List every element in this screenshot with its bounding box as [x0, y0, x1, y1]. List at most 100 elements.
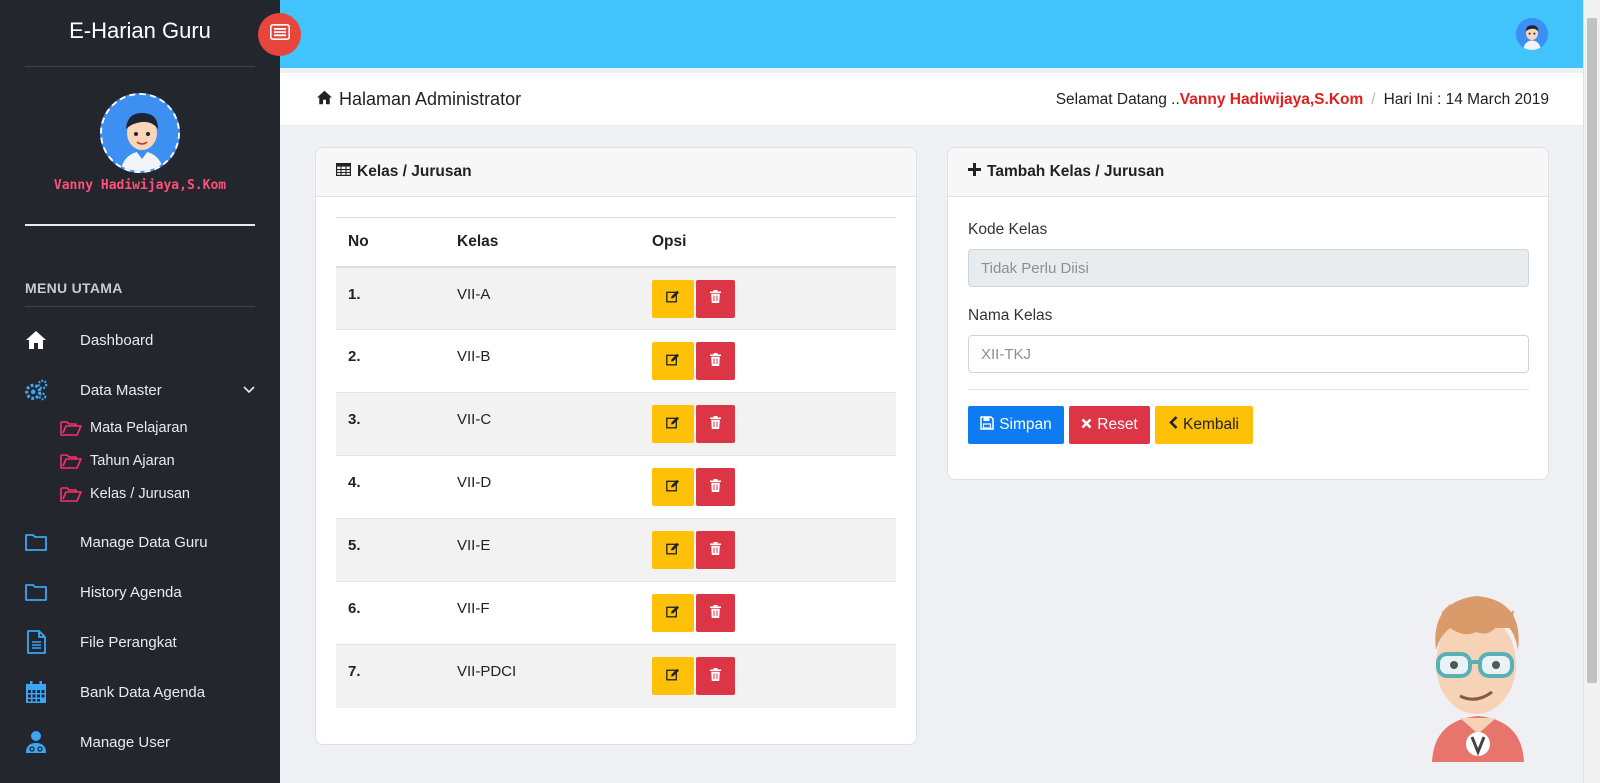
table-row: 4. VII-D	[336, 455, 896, 519]
sidebar-item-manage-data-guru[interactable]: Manage Data Guru	[0, 522, 280, 562]
column-header: No	[336, 217, 445, 268]
kelas-table: No Kelas Opsi 1. VII-A 2. VII-B 3. VII-C 4. VII…	[336, 217, 896, 708]
folder-icon	[24, 580, 48, 604]
back-label: Kembali	[1183, 416, 1239, 433]
chevron-down-icon	[243, 381, 255, 399]
delete-button[interactable]	[696, 468, 735, 506]
profile-name: Vanny Hadiwijaya,S.Kom	[53, 178, 227, 193]
save-button[interactable]: Simpan	[968, 406, 1064, 444]
avatar	[100, 93, 180, 173]
scrollbar-thumb[interactable]	[1587, 18, 1597, 683]
sidebar-item-label: History Agenda	[80, 583, 182, 601]
sidebar-item-label: Data Master	[80, 381, 162, 399]
delete-button[interactable]	[696, 279, 735, 318]
edit-icon	[666, 542, 680, 559]
sidebar-item-label: Dashboard	[80, 331, 154, 349]
nama-kelas-input[interactable]	[968, 335, 1529, 373]
row-actions	[640, 581, 896, 645]
trash-icon	[710, 290, 721, 307]
trash-icon	[710, 352, 721, 370]
edit-button[interactable]	[652, 531, 694, 569]
table-row: 1. VII-A	[336, 266, 896, 330]
column-header: Opsi	[640, 217, 896, 268]
home-icon	[316, 89, 333, 110]
row-number: 2.	[336, 329, 445, 393]
sidebar-item-dashboard[interactable]: Dashboard	[0, 320, 280, 360]
trash-icon	[710, 478, 721, 496]
topbar	[280, 0, 1583, 68]
gears-icon	[24, 378, 48, 402]
sidebar-item-bank-data-agenda[interactable]: Bank Data Agenda	[0, 672, 280, 712]
delete-button[interactable]	[696, 342, 735, 380]
edit-icon	[666, 416, 680, 433]
row-actions	[640, 455, 896, 519]
divider	[968, 389, 1529, 390]
edit-button[interactable]	[652, 279, 694, 318]
trash-icon	[710, 667, 721, 685]
table-row: 7. VII-PDCI	[336, 644, 896, 708]
divider	[25, 66, 255, 67]
delete-button[interactable]	[696, 405, 735, 443]
delete-button[interactable]	[696, 531, 735, 569]
sidebar-item-file-perangkat[interactable]: File Perangkat	[0, 622, 280, 662]
edit-button[interactable]	[652, 657, 694, 695]
nama-kelas-label: Nama Kelas	[968, 307, 1053, 324]
card-title: Tambah Kelas / Jurusan	[987, 163, 1165, 180]
sidebar-subitem-mata-pelajaran[interactable]: Mata Pelajaran	[0, 413, 280, 443]
back-button[interactable]: Kembali	[1155, 406, 1253, 444]
user-md-icon	[24, 730, 48, 754]
folder-open-icon	[60, 419, 82, 437]
row-kelas: VII-E	[445, 518, 640, 582]
breadcrumb-separator: /	[1371, 91, 1376, 108]
reset-label: Reset	[1097, 416, 1138, 433]
table-row: 6. VII-F	[336, 581, 896, 645]
edit-icon	[666, 290, 680, 307]
edit-button[interactable]	[652, 594, 694, 632]
delete-button[interactable]	[696, 657, 735, 695]
page-scrollbar[interactable]	[1583, 0, 1600, 783]
edit-button[interactable]	[652, 468, 694, 506]
sidebar-toggle-button[interactable]	[258, 13, 301, 56]
app-title[interactable]: E-Harian Guru	[0, 18, 280, 44]
menu-title: MENU UTAMA	[25, 280, 123, 296]
close-icon	[1081, 416, 1092, 434]
reset-button[interactable]: Reset	[1069, 406, 1150, 444]
welcome-text: Selamat Datang ..	[1055, 91, 1180, 108]
folder-icon	[24, 530, 48, 554]
divider	[25, 224, 255, 226]
sidebar-item-data-master[interactable]: Data Master	[0, 370, 280, 410]
row-kelas: VII-D	[445, 455, 640, 519]
table-row: 5. VII-E	[336, 518, 896, 582]
sidebar-subitem-label: Tahun Ajaran	[90, 453, 175, 469]
sidebar-subitem-kelas-jurusan[interactable]: Kelas / Jurusan	[0, 479, 280, 509]
row-number: 4.	[336, 455, 445, 519]
sidebar-item-history-agenda[interactable]: History Agenda	[0, 572, 280, 612]
table-row: 3. VII-C	[336, 392, 896, 456]
home-icon	[24, 328, 48, 352]
table-row: 2. VII-B	[336, 329, 896, 393]
sidebar-subitem-tahun-ajaran[interactable]: Tahun Ajaran	[0, 446, 280, 476]
row-kelas: VII-B	[445, 329, 640, 393]
save-label: Simpan	[999, 416, 1052, 433]
sidebar-subitem-label: Kelas / Jurusan	[90, 486, 190, 502]
table-icon	[336, 163, 352, 181]
edit-button[interactable]	[652, 405, 694, 443]
row-number: 1.	[336, 266, 445, 330]
row-actions	[640, 392, 896, 456]
chevron-left-icon	[1169, 416, 1178, 434]
folder-open-icon	[60, 452, 82, 470]
delete-button[interactable]	[696, 594, 735, 632]
row-actions	[640, 266, 896, 330]
card-title: Kelas / Jurusan	[357, 163, 472, 180]
date-text: Hari Ini : 14 March 2019	[1383, 91, 1549, 108]
row-actions	[640, 518, 896, 582]
save-icon	[980, 415, 994, 435]
tambah-kelas-card: Tambah Kelas / Jurusan Kode Kelas Nama K…	[947, 147, 1549, 480]
edit-icon	[666, 479, 680, 496]
mascot-illustration	[1420, 592, 1536, 762]
edit-button[interactable]	[652, 342, 694, 380]
kode-kelas-input[interactable]	[968, 249, 1529, 287]
row-number: 3.	[336, 392, 445, 456]
sidebar-item-manage-user[interactable]: Manage User	[0, 722, 280, 762]
user-avatar[interactable]	[1516, 18, 1548, 50]
